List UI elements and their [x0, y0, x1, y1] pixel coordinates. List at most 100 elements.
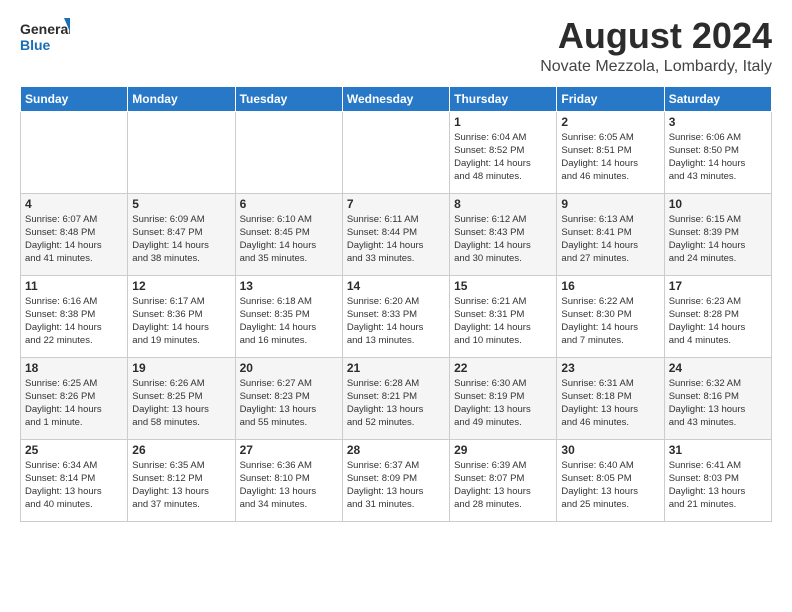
day-info: Sunrise: 6:05 AMSunset: 8:51 PMDaylight:…	[561, 131, 659, 184]
calendar-cell: 19 Sunrise: 6:26 AMSunset: 8:25 PMDayligh…	[128, 357, 235, 439]
day-number: 31	[669, 443, 767, 457]
calendar-cell: 1 Sunrise: 6:04 AMSunset: 8:52 PMDaylight…	[450, 111, 557, 193]
day-number: 27	[240, 443, 338, 457]
day-number: 13	[240, 279, 338, 293]
calendar-cell: 28 Sunrise: 6:37 AMSunset: 8:09 PMDayligh…	[342, 439, 449, 521]
day-info: Sunrise: 6:13 AMSunset: 8:41 PMDaylight:…	[561, 213, 659, 266]
svg-text:Blue: Blue	[20, 37, 51, 53]
day-info: Sunrise: 6:37 AMSunset: 8:09 PMDaylight:…	[347, 459, 445, 512]
day-info: Sunrise: 6:18 AMSunset: 8:35 PMDaylight:…	[240, 295, 338, 348]
day-header-monday: Monday	[128, 86, 235, 111]
day-info: Sunrise: 6:30 AMSunset: 8:19 PMDaylight:…	[454, 377, 552, 430]
day-info: Sunrise: 6:39 AMSunset: 8:07 PMDaylight:…	[454, 459, 552, 512]
header-row: SundayMondayTuesdayWednesdayThursdayFrid…	[21, 86, 772, 111]
day-number: 23	[561, 361, 659, 375]
calendar-cell: 20Sunrise: 6:27 AMSunset: 8:23 PMDayligh…	[235, 357, 342, 439]
day-info: Sunrise: 6:23 AMSunset: 8:28 PMDaylight:…	[669, 295, 767, 348]
calendar-cell: 6Sunrise: 6:10 AMSunset: 8:45 PMDaylight…	[235, 193, 342, 275]
calendar-cell: 31 Sunrise: 6:41 AMSunset: 8:03 PMDayligh…	[664, 439, 771, 521]
day-info: Sunrise: 6:07 AMSunset: 8:48 PMDaylight:…	[25, 213, 123, 266]
day-number: 11	[25, 279, 123, 293]
calendar-cell: 5Sunrise: 6:09 AMSunset: 8:47 PMDaylight…	[128, 193, 235, 275]
calendar-cell: 8Sunrise: 6:12 AMSunset: 8:43 PMDaylight…	[450, 193, 557, 275]
calendar-cell: 23 Sunrise: 6:31 AMSunset: 8:18 PMDayligh…	[557, 357, 664, 439]
calendar-cell: 10 Sunrise: 6:15 AMSunset: 8:39 PMDayligh…	[664, 193, 771, 275]
day-header-wednesday: Wednesday	[342, 86, 449, 111]
day-info: Sunrise: 6:34 AMSunset: 8:14 PMDaylight:…	[25, 459, 123, 512]
calendar-cell: 15Sunrise: 6:21 AMSunset: 8:31 PMDayligh…	[450, 275, 557, 357]
calendar-cell: 9 Sunrise: 6:13 AMSunset: 8:41 PMDaylight…	[557, 193, 664, 275]
calendar-cell: 22 Sunrise: 6:30 AMSunset: 8:19 PMDayligh…	[450, 357, 557, 439]
calendar-cell: 21 Sunrise: 6:28 AMSunset: 8:21 PMDayligh…	[342, 357, 449, 439]
day-number: 28	[347, 443, 445, 457]
day-header-sunday: Sunday	[21, 86, 128, 111]
calendar-cell	[21, 111, 128, 193]
calendar-cell: 3 Sunrise: 6:06 AMSunset: 8:50 PMDaylight…	[664, 111, 771, 193]
day-number: 7	[347, 197, 445, 211]
day-number: 10	[669, 197, 767, 211]
calendar-table: SundayMondayTuesdayWednesdayThursdayFrid…	[20, 86, 772, 522]
day-number: 6	[240, 197, 338, 211]
day-number: 17	[669, 279, 767, 293]
calendar-cell: 7 Sunrise: 6:11 AMSunset: 8:44 PMDaylight…	[342, 193, 449, 275]
day-info: Sunrise: 6:40 AMSunset: 8:05 PMDaylight:…	[561, 459, 659, 512]
day-number: 15	[454, 279, 552, 293]
day-info: Sunrise: 6:31 AMSunset: 8:18 PMDaylight:…	[561, 377, 659, 430]
day-info: Sunrise: 6:09 AMSunset: 8:47 PMDaylight:…	[132, 213, 230, 266]
calendar-cell: 30 Sunrise: 6:40 AMSunset: 8:05 PMDayligh…	[557, 439, 664, 521]
day-info: Sunrise: 6:15 AMSunset: 8:39 PMDaylight:…	[669, 213, 767, 266]
day-info: Sunrise: 6:25 AMSunset: 8:26 PMDaylight:…	[25, 377, 123, 430]
day-info: Sunrise: 6:06 AMSunset: 8:50 PMDaylight:…	[669, 131, 767, 184]
day-number: 1	[454, 115, 552, 129]
day-number: 9	[561, 197, 659, 211]
calendar-cell: 12Sunrise: 6:17 AMSunset: 8:36 PMDayligh…	[128, 275, 235, 357]
day-info: Sunrise: 6:20 AMSunset: 8:33 PMDaylight:…	[347, 295, 445, 348]
day-number: 16	[561, 279, 659, 293]
calendar-cell: 14 Sunrise: 6:20 AMSunset: 8:33 PMDayligh…	[342, 275, 449, 357]
calendar-cell: 26 Sunrise: 6:35 AMSunset: 8:12 PMDayligh…	[128, 439, 235, 521]
logo-svg: General Blue	[20, 16, 70, 58]
day-number: 22	[454, 361, 552, 375]
day-number: 2	[561, 115, 659, 129]
calendar-cell: 24Sunrise: 6:32 AMSunset: 8:16 PMDayligh…	[664, 357, 771, 439]
page: General Blue August 2024 Novate Mezzola,…	[0, 0, 792, 532]
calendar-cell: 11Sunrise: 6:16 AMSunset: 8:38 PMDayligh…	[21, 275, 128, 357]
day-info: Sunrise: 6:36 AMSunset: 8:10 PMDaylight:…	[240, 459, 338, 512]
day-number: 21	[347, 361, 445, 375]
day-number: 4	[25, 197, 123, 211]
day-info: Sunrise: 6:35 AMSunset: 8:12 PMDaylight:…	[132, 459, 230, 512]
day-header-saturday: Saturday	[664, 86, 771, 111]
day-number: 12	[132, 279, 230, 293]
calendar-cell: 2 Sunrise: 6:05 AMSunset: 8:51 PMDaylight…	[557, 111, 664, 193]
day-info: Sunrise: 6:11 AMSunset: 8:44 PMDaylight:…	[347, 213, 445, 266]
day-number: 14	[347, 279, 445, 293]
calendar-cell: 17 Sunrise: 6:23 AMSunset: 8:28 PMDayligh…	[664, 275, 771, 357]
calendar-cell: 27 Sunrise: 6:36 AMSunset: 8:10 PMDayligh…	[235, 439, 342, 521]
day-info: Sunrise: 6:26 AMSunset: 8:25 PMDaylight:…	[132, 377, 230, 430]
day-header-thursday: Thursday	[450, 86, 557, 111]
calendar-cell	[235, 111, 342, 193]
header: General Blue August 2024 Novate Mezzola,…	[20, 16, 772, 76]
week-row-4: 18 Sunrise: 6:25 AMSunset: 8:26 PMDayligh…	[21, 357, 772, 439]
calendar-cell: 13 Sunrise: 6:18 AMSunset: 8:35 PMDayligh…	[235, 275, 342, 357]
day-info: Sunrise: 6:22 AMSunset: 8:30 PMDaylight:…	[561, 295, 659, 348]
calendar-cell	[342, 111, 449, 193]
day-number: 26	[132, 443, 230, 457]
calendar-cell	[128, 111, 235, 193]
day-header-tuesday: Tuesday	[235, 86, 342, 111]
week-row-5: 25 Sunrise: 6:34 AMSunset: 8:14 PMDayligh…	[21, 439, 772, 521]
day-info: Sunrise: 6:41 AMSunset: 8:03 PMDaylight:…	[669, 459, 767, 512]
day-info: Sunrise: 6:04 AMSunset: 8:52 PMDaylight:…	[454, 131, 552, 184]
day-number: 19	[132, 361, 230, 375]
day-number: 20	[240, 361, 338, 375]
day-number: 18	[25, 361, 123, 375]
day-number: 30	[561, 443, 659, 457]
day-info: Sunrise: 6:28 AMSunset: 8:21 PMDaylight:…	[347, 377, 445, 430]
calendar-cell: 18 Sunrise: 6:25 AMSunset: 8:26 PMDayligh…	[21, 357, 128, 439]
day-info: Sunrise: 6:32 AMSunset: 8:16 PMDaylight:…	[669, 377, 767, 430]
calendar-cell: 25 Sunrise: 6:34 AMSunset: 8:14 PMDayligh…	[21, 439, 128, 521]
day-number: 25	[25, 443, 123, 457]
day-number: 3	[669, 115, 767, 129]
calendar-cell: 4 Sunrise: 6:07 AMSunset: 8:48 PMDaylight…	[21, 193, 128, 275]
day-info: Sunrise: 6:12 AMSunset: 8:43 PMDaylight:…	[454, 213, 552, 266]
